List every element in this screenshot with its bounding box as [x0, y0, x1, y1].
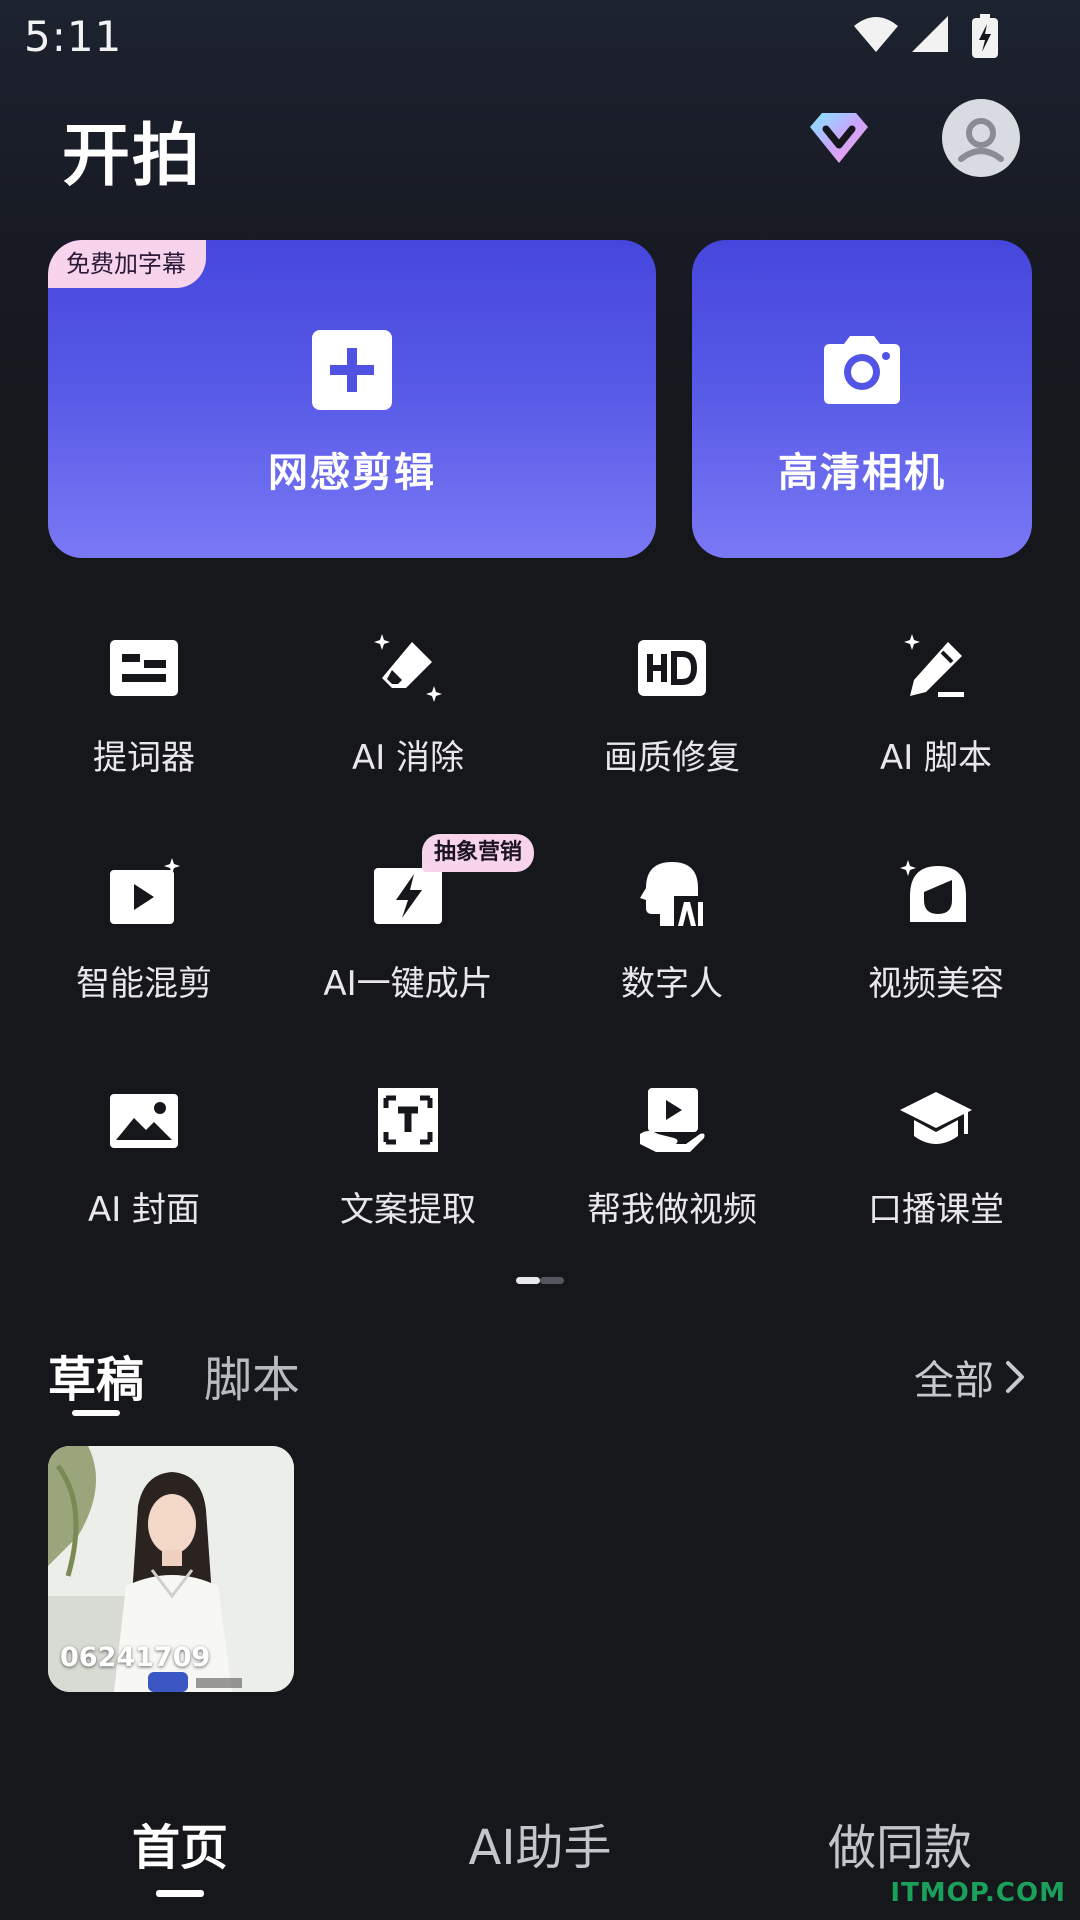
- home-screen: 5:11 开拍 免费加字幕 网感剪辑 高清相机 提词器 AI 消除 画质修复 A…: [0, 0, 1080, 1920]
- wifi-icon: [854, 17, 898, 52]
- ai-head-icon: [640, 862, 703, 926]
- tool-label: 口播课堂: [868, 1190, 1004, 1230]
- user-avatar-icon[interactable]: [942, 99, 1020, 177]
- tool-text-extract[interactable]: 文案提取: [276, 1062, 540, 1242]
- tool-make-video[interactable]: 帮我做视频: [540, 1062, 804, 1242]
- teleprompter-icon: [110, 640, 178, 696]
- graduation-cap-icon: [900, 1092, 972, 1144]
- tool-ai-script[interactable]: AI 脚本: [804, 610, 1068, 790]
- nav-make-same[interactable]: 做同款: [750, 1808, 1050, 1878]
- tool-quality-repair[interactable]: 画质修复: [540, 610, 804, 790]
- page-indicator: [516, 1277, 564, 1284]
- image-icon: [110, 1094, 178, 1148]
- tool-label: 视频美容: [868, 964, 1004, 1004]
- tool-label: 提词器: [93, 738, 195, 778]
- app-title: 开拍: [62, 117, 203, 196]
- status-bar: 5:11: [0, 0, 1080, 72]
- status-icons: [852, 14, 1002, 58]
- tool-ai-cover[interactable]: AI 封面: [12, 1062, 276, 1242]
- smart-edit-label: 网感剪辑: [268, 450, 436, 496]
- hd-icon: [638, 640, 706, 696]
- view-all-label: 全部: [914, 1358, 994, 1404]
- free-subtitle-badge: 免费加字幕: [48, 240, 206, 288]
- draft-card[interactable]: 06241709: [48, 1446, 294, 1692]
- battery-charging-icon: [972, 14, 998, 58]
- tool-label: 画质修复: [604, 738, 740, 778]
- smart-edit-card[interactable]: 免费加字幕 网感剪辑: [48, 240, 656, 558]
- hd-camera-card[interactable]: 高清相机: [692, 240, 1032, 558]
- tab-drafts[interactable]: 草稿: [48, 1340, 144, 1410]
- video-sparkle-icon: [110, 858, 180, 924]
- page-indicator-inactive: [540, 1277, 564, 1284]
- nav-ai-assistant[interactable]: AI助手: [390, 1808, 690, 1878]
- plus-square-icon: [312, 330, 392, 410]
- tool-label: 帮我做视频: [587, 1190, 757, 1230]
- beauty-face-icon: [900, 860, 966, 922]
- chevron-right-icon: [1006, 1361, 1024, 1393]
- eraser-sparkle-icon: [374, 634, 442, 702]
- view-all-button[interactable]: 全部: [914, 1348, 1026, 1406]
- nav-home[interactable]: 首页: [30, 1808, 330, 1878]
- tool-label: AI 封面: [87, 1190, 201, 1230]
- tool-speech-class[interactable]: 口播课堂: [804, 1062, 1068, 1242]
- camera-icon: [824, 336, 900, 404]
- tool-label: AI一键成片: [323, 964, 493, 1004]
- tool-label: AI 消除: [351, 738, 465, 778]
- draft-name: 06241709: [60, 1642, 211, 1673]
- hand-video-icon: [640, 1088, 705, 1152]
- tool-label: 文案提取: [340, 1190, 476, 1230]
- watermark: ITMOP.COM: [890, 1878, 1066, 1908]
- signal-icon: [912, 16, 948, 52]
- tool-video-beauty[interactable]: 视频美容: [804, 836, 1068, 1016]
- tool-teleprompter[interactable]: 提词器: [12, 610, 276, 790]
- page-indicator-active: [516, 1277, 540, 1284]
- tab-scripts[interactable]: 脚本: [204, 1340, 300, 1410]
- tool-ai-erase[interactable]: AI 消除: [276, 610, 540, 790]
- tool-smart-mix[interactable]: 智能混剪: [12, 836, 276, 1016]
- hd-camera-label: 高清相机: [778, 450, 946, 496]
- tool-digital-human[interactable]: 数字人: [540, 836, 804, 1016]
- tool-label: 智能混剪: [76, 964, 212, 1004]
- pen-sparkle-icon: [904, 634, 964, 697]
- tab-active-indicator: [72, 1410, 120, 1416]
- diamond-vip-icon[interactable]: [802, 105, 876, 171]
- text-scan-icon: [378, 1088, 438, 1152]
- tool-label: 数字人: [621, 964, 723, 1004]
- tool-label: AI 脚本: [879, 738, 993, 778]
- status-time: 5:11: [24, 12, 123, 61]
- marketing-badge: 抽象营销: [422, 834, 535, 872]
- nav-active-indicator: [156, 1890, 204, 1897]
